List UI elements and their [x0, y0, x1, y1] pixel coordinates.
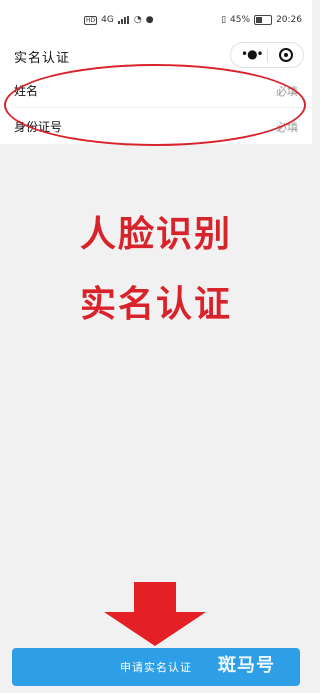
overlay-line-2: 实名认证: [79, 284, 232, 325]
identity-form: 姓名 必填 身份证号 必填: [0, 72, 312, 144]
watermark: 斑马号: [218, 655, 275, 676]
name-row[interactable]: 姓名 必填: [0, 72, 312, 107]
row-divider: [14, 107, 312, 108]
network-label: 4G: [101, 15, 114, 25]
close-target-icon[interactable]: [279, 48, 293, 62]
id-number-label: 身份证号: [14, 120, 63, 134]
chat-icon: ●: [145, 15, 154, 25]
signal-icon: [117, 16, 130, 24]
id-number-row[interactable]: 身份证号 必填: [0, 108, 312, 143]
battery-percent: 45%: [230, 15, 251, 25]
capsule-divider: [267, 49, 268, 62]
vibrate-icon: ▯: [221, 15, 227, 25]
status-bar: HD 4G ◔ ● ▯ 45% 20:26: [0, 0, 312, 40]
overlay-line-1: 人脸识别: [79, 214, 232, 255]
name-input[interactable]: 必填: [276, 83, 298, 99]
miniprogram-capsule: •●•: [230, 42, 304, 68]
name-label: 姓名: [14, 84, 39, 98]
page-title: 实名认证: [14, 51, 71, 66]
id-number-input[interactable]: 必填: [276, 119, 298, 135]
battery-icon: [254, 15, 273, 25]
clock: 20:26: [276, 15, 302, 25]
more-icon[interactable]: •●•: [241, 47, 264, 61]
hd-badge: HD: [84, 15, 98, 25]
wifi-icon: ◔: [133, 15, 142, 25]
down-arrow-icon: [104, 582, 206, 646]
